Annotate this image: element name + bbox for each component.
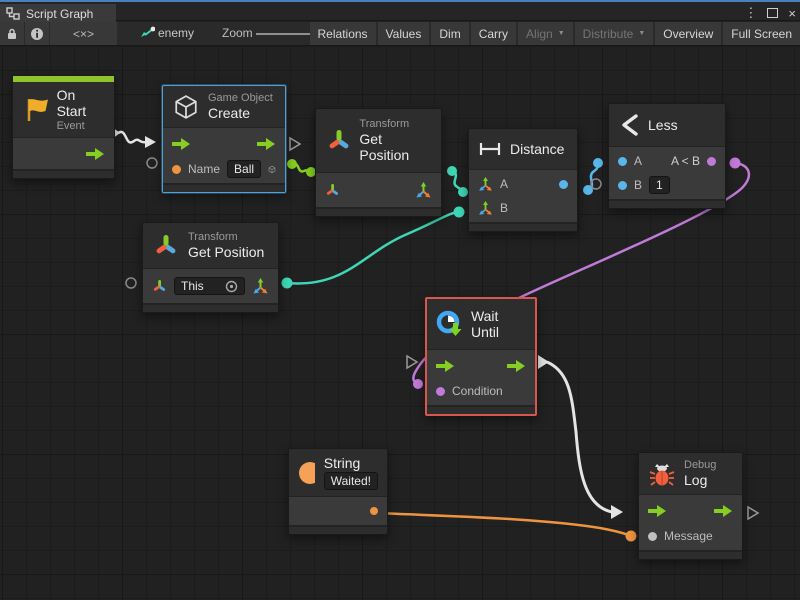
window-menu-icon[interactable]: ⋮ — [744, 5, 757, 21]
lock-button[interactable] — [0, 22, 24, 45]
lock-icon — [6, 27, 18, 40]
align-dropdown[interactable]: Align ▼ — [518, 22, 573, 45]
distribute-dropdown[interactable]: Distribute ▼ — [575, 22, 654, 45]
distance-output-port[interactable] — [559, 180, 568, 189]
port-label: Name — [188, 162, 220, 176]
string-icon — [298, 461, 315, 485]
condition-input-port[interactable] — [436, 387, 445, 396]
node-title: On Start — [57, 87, 104, 119]
transform-input-port[interactable] — [152, 279, 167, 294]
node-title: Get Position — [188, 244, 264, 260]
transform-icon — [326, 128, 350, 154]
graph-name: enemy — [158, 26, 194, 40]
flow-in-port[interactable] — [648, 505, 667, 517]
code-view-button[interactable]: <×> — [50, 22, 117, 45]
node-distance[interactable]: Distance A B — [468, 128, 578, 232]
node-title: Get Position — [359, 131, 431, 163]
message-input-port[interactable] — [648, 532, 657, 541]
port-label: B — [634, 178, 642, 192]
less-than-icon — [621, 114, 639, 136]
node-game-object-create[interactable]: Game Object Create Name Ball — [162, 85, 286, 193]
node-title: Less — [648, 117, 678, 133]
object-picker-icon[interactable] — [225, 280, 238, 293]
less-input-port-a[interactable] — [618, 157, 627, 166]
vector3-input-port-b[interactable] — [478, 201, 493, 216]
name-value-field[interactable]: Ball — [227, 160, 261, 178]
window-maximize-icon[interactable] — [767, 8, 778, 18]
flow-out-port[interactable] — [714, 505, 733, 517]
port-label: Condition — [452, 384, 503, 398]
wait-until-clock-icon — [436, 310, 462, 338]
node-title: String — [324, 455, 378, 471]
flow-in-port[interactable] — [436, 360, 455, 372]
code-icon: <×> — [73, 27, 94, 41]
port-label: Message — [664, 529, 713, 543]
node-title: Log — [684, 472, 716, 488]
distance-icon — [479, 141, 501, 157]
relations-button[interactable]: Relations — [310, 22, 376, 45]
string-output-port[interactable] — [370, 507, 378, 515]
script-graph-icon — [6, 7, 20, 20]
graph-pointer-icon — [140, 26, 155, 40]
game-object-output-port[interactable] — [268, 161, 276, 178]
transform-input-port[interactable] — [325, 183, 340, 198]
info-icon — [30, 27, 44, 41]
full-screen-button[interactable]: Full Screen — [723, 22, 800, 45]
this-value-field[interactable]: This — [174, 277, 245, 295]
flow-in-port[interactable] — [172, 138, 191, 150]
node-on-start-event[interactable]: On Start Event — [12, 75, 115, 179]
game-object-cube-icon — [173, 94, 199, 120]
vector3-output-port[interactable] — [415, 182, 432, 199]
transform-icon — [153, 233, 179, 259]
node-category: Debug — [684, 459, 716, 471]
window-close-icon[interactable]: × — [788, 6, 796, 21]
chevron-down-icon: ▼ — [558, 30, 565, 37]
node-category: Transform — [188, 231, 264, 243]
node-category: Game Object — [208, 92, 273, 104]
node-string[interactable]: String Waited! — [288, 448, 388, 535]
string-value-field[interactable]: Waited! — [324, 472, 378, 490]
b-value-field[interactable]: 1 — [649, 176, 670, 194]
title-bar: Script Graph ⋮ × — [0, 0, 800, 21]
debug-bug-icon — [649, 461, 675, 487]
name-input-port[interactable] — [172, 165, 181, 174]
flag-icon — [23, 96, 48, 123]
node-get-position-top[interactable]: Transform Get Position — [315, 108, 442, 217]
zoom-label: Zoom — [222, 26, 253, 40]
info-button[interactable] — [25, 22, 49, 45]
less-output-port[interactable] — [707, 157, 716, 166]
node-wait-until[interactable]: Wait Until Condition — [425, 297, 537, 416]
node-debug-log[interactable]: Debug Log Message — [638, 452, 743, 560]
values-button[interactable]: Values — [378, 22, 430, 45]
flow-out-port[interactable] — [507, 360, 526, 372]
node-subtitle: Event — [57, 120, 104, 132]
graph-toolbar: <×> enemy Zoom 1x Relations Values Dim C… — [0, 22, 800, 46]
vector3-input-port-a[interactable] — [478, 177, 493, 192]
tab-script-graph[interactable]: Script Graph — [0, 4, 116, 23]
less-input-port-b[interactable] — [618, 181, 627, 190]
port-label: A — [634, 154, 642, 168]
overview-button[interactable]: Overview — [655, 22, 721, 45]
flow-out-port[interactable] — [86, 148, 105, 160]
node-less[interactable]: Less A A < B B 1 — [608, 103, 726, 209]
node-title: Create — [208, 105, 273, 121]
output-label: A < B — [671, 154, 700, 168]
node-title: Distance — [510, 141, 564, 157]
vector3-output-port[interactable] — [252, 278, 269, 295]
dim-button[interactable]: Dim — [431, 22, 468, 45]
port-label: A — [500, 177, 508, 191]
node-get-position-bottom[interactable]: Transform Get Position This — [142, 222, 279, 313]
flow-out-port[interactable] — [257, 138, 276, 150]
node-category: Transform — [359, 118, 431, 130]
node-title: Wait Until — [471, 308, 526, 340]
chevron-down-icon: ▼ — [638, 30, 645, 37]
port-label: B — [500, 201, 508, 215]
carry-button[interactable]: Carry — [471, 22, 516, 45]
tab-title: Script Graph — [26, 7, 93, 21]
